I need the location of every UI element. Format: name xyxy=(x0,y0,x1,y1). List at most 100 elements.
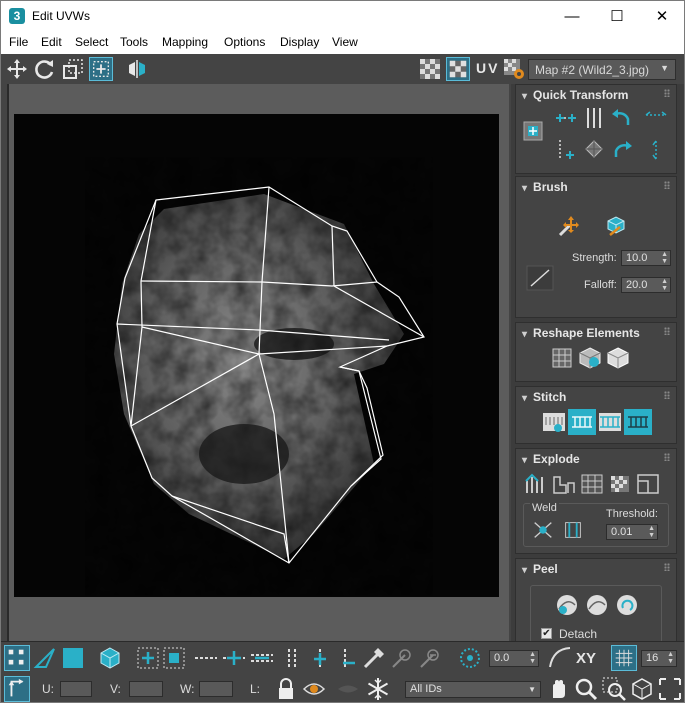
map-settings-icon[interactable] xyxy=(502,57,526,81)
paint-move-brush-icon[interactable] xyxy=(554,213,582,239)
quick-peel-icon[interactable] xyxy=(553,592,581,618)
zoom-icon[interactable] xyxy=(573,676,599,702)
grow-selection-icon[interactable] xyxy=(135,645,161,671)
shrink-paint-icon[interactable] xyxy=(417,645,443,671)
grip-icon[interactable] xyxy=(664,563,670,571)
peel-mode-icon[interactable] xyxy=(583,592,611,618)
checker-pattern-icon[interactable] xyxy=(418,57,442,81)
brush-falloff-curve-icon[interactable] xyxy=(526,265,554,291)
soft-selection-icon[interactable] xyxy=(457,645,483,671)
stitch-to-target-icon[interactable] xyxy=(568,409,596,435)
spinner-arrows-icon[interactable]: ▲ ▼ xyxy=(661,251,668,265)
uv-axis-label[interactable]: UV xyxy=(476,60,499,76)
spinner-arrows-icon[interactable]: ▲ ▼ xyxy=(648,525,655,539)
grid-size-spinner[interactable]: 16 ▲ ▼ xyxy=(641,650,677,667)
spinner-arrows-icon[interactable]: ▲ ▼ xyxy=(661,278,668,292)
relax-brush-icon[interactable] xyxy=(600,213,628,239)
stitch-average-icon[interactable] xyxy=(596,409,624,435)
shrink-selection-icon[interactable] xyxy=(161,645,187,671)
minimize-button[interactable]: — xyxy=(549,1,595,32)
scale-icon[interactable] xyxy=(61,57,85,81)
menu-edit[interactable]: Edit xyxy=(41,35,62,49)
flatten-by-material-ids-icon[interactable] xyxy=(606,471,634,497)
close-button[interactable]: ✕ xyxy=(639,1,684,32)
reset-peel-icon[interactable] xyxy=(613,592,641,618)
grip-icon[interactable] xyxy=(664,181,670,189)
ring-select-icon[interactable] xyxy=(279,645,305,671)
freeform-mode-icon[interactable] xyxy=(89,57,113,81)
rotate-icon[interactable] xyxy=(33,57,57,81)
grip-icon[interactable] xyxy=(664,89,670,97)
menu-tools[interactable]: Tools xyxy=(120,35,148,49)
break-icon[interactable] xyxy=(522,471,550,497)
space-evenly-icon[interactable] xyxy=(580,137,608,163)
grip-icon[interactable] xyxy=(664,391,670,399)
zoom-extents-icon[interactable] xyxy=(629,676,655,702)
u-field[interactable] xyxy=(60,681,92,697)
align-to-edge-icon[interactable] xyxy=(552,137,580,163)
detach-checkbox[interactable]: ✔ xyxy=(541,628,552,639)
uv-wireframe[interactable] xyxy=(14,114,499,597)
straighten-selection-icon[interactable] xyxy=(548,345,576,371)
pan-icon[interactable] xyxy=(545,676,571,702)
element-select-icon[interactable] xyxy=(97,645,123,671)
texture-map-image[interactable] xyxy=(14,114,499,597)
vertex-select-icon[interactable] xyxy=(4,645,30,671)
relax-until-flat-icon[interactable] xyxy=(576,345,604,371)
mirror-icon[interactable] xyxy=(125,57,149,81)
flatten-by-polygon-angle-icon[interactable] xyxy=(550,471,578,497)
shrink-loop-icon[interactable] xyxy=(249,645,275,671)
maximize-button[interactable]: ☐ xyxy=(594,1,640,32)
strength-spinner[interactable]: 10.0 ▲ ▼ xyxy=(621,250,671,266)
ids-dropdown[interactable]: All IDs ▼ xyxy=(405,681,541,698)
show-hidden-icon[interactable] xyxy=(301,676,327,702)
weld-to-target-icon[interactable] xyxy=(560,518,586,542)
loop-select-icon[interactable] xyxy=(193,645,219,671)
falloff-spinner[interactable]: 20.0 ▲ ▼ xyxy=(621,277,671,293)
menu-select[interactable]: Select xyxy=(75,35,108,49)
threshold-spinner[interactable]: 0.01 ▲ ▼ xyxy=(606,524,658,540)
stitch-to-source-icon[interactable] xyxy=(624,409,652,435)
hide-icon[interactable] xyxy=(335,676,361,702)
spinner-arrows-icon[interactable]: ▲ ▼ xyxy=(667,651,674,665)
align-horizontal-icon[interactable] xyxy=(552,105,580,131)
menu-display[interactable]: Display xyxy=(280,35,319,49)
move-icon[interactable] xyxy=(5,57,29,81)
relax-icon[interactable] xyxy=(604,345,632,371)
grow-paint-icon[interactable] xyxy=(389,645,415,671)
grip-icon[interactable] xyxy=(664,327,670,335)
menu-options[interactable]: Options xyxy=(224,35,265,49)
flip-vertical-icon[interactable] xyxy=(642,137,670,163)
rotate-ccw-icon[interactable] xyxy=(608,105,636,131)
paint-select-icon[interactable] xyxy=(361,645,387,671)
rotate-cw-icon[interactable] xyxy=(608,137,636,163)
menu-mapping[interactable]: Mapping xyxy=(162,35,208,49)
weld-selected-icon[interactable] xyxy=(530,518,556,542)
align-vertical-icon[interactable] xyxy=(580,105,608,131)
flatten-by-smoothing-groups-icon[interactable] xyxy=(578,471,606,497)
lock-icon[interactable] xyxy=(273,676,299,702)
freeze-icon[interactable] xyxy=(365,676,391,702)
show-map-icon[interactable] xyxy=(446,57,470,81)
absolute-offset-icon[interactable] xyxy=(4,676,30,702)
grip-icon[interactable] xyxy=(664,453,670,461)
flatten-custom-icon[interactable] xyxy=(634,471,662,497)
zoom-selected-icon[interactable] xyxy=(657,676,683,702)
menu-file[interactable]: File xyxy=(9,35,28,49)
grid-snap-icon[interactable] xyxy=(611,645,637,671)
reshape-elements-title[interactable]: Reshape Elements xyxy=(522,326,640,340)
grow-loop-icon[interactable] xyxy=(221,645,247,671)
flip-horizontal-icon[interactable] xyxy=(642,105,670,131)
v-field[interactable] xyxy=(129,681,163,697)
edge-select-icon[interactable] xyxy=(32,645,58,671)
shrink-ring-icon[interactable] xyxy=(335,645,361,671)
spinner-arrows-icon[interactable]: ▲ ▼ xyxy=(529,651,536,665)
menu-view[interactable]: View xyxy=(332,35,358,49)
peel-title[interactable]: Peel xyxy=(522,562,558,576)
set-pivot-icon[interactable] xyxy=(521,119,545,143)
brush-title[interactable]: Brush xyxy=(522,180,568,194)
xy-space-toggle[interactable]: XY xyxy=(576,650,596,667)
w-field[interactable] xyxy=(199,681,233,697)
zoom-region-icon[interactable] xyxy=(601,676,627,702)
grow-ring-icon[interactable] xyxy=(307,645,333,671)
